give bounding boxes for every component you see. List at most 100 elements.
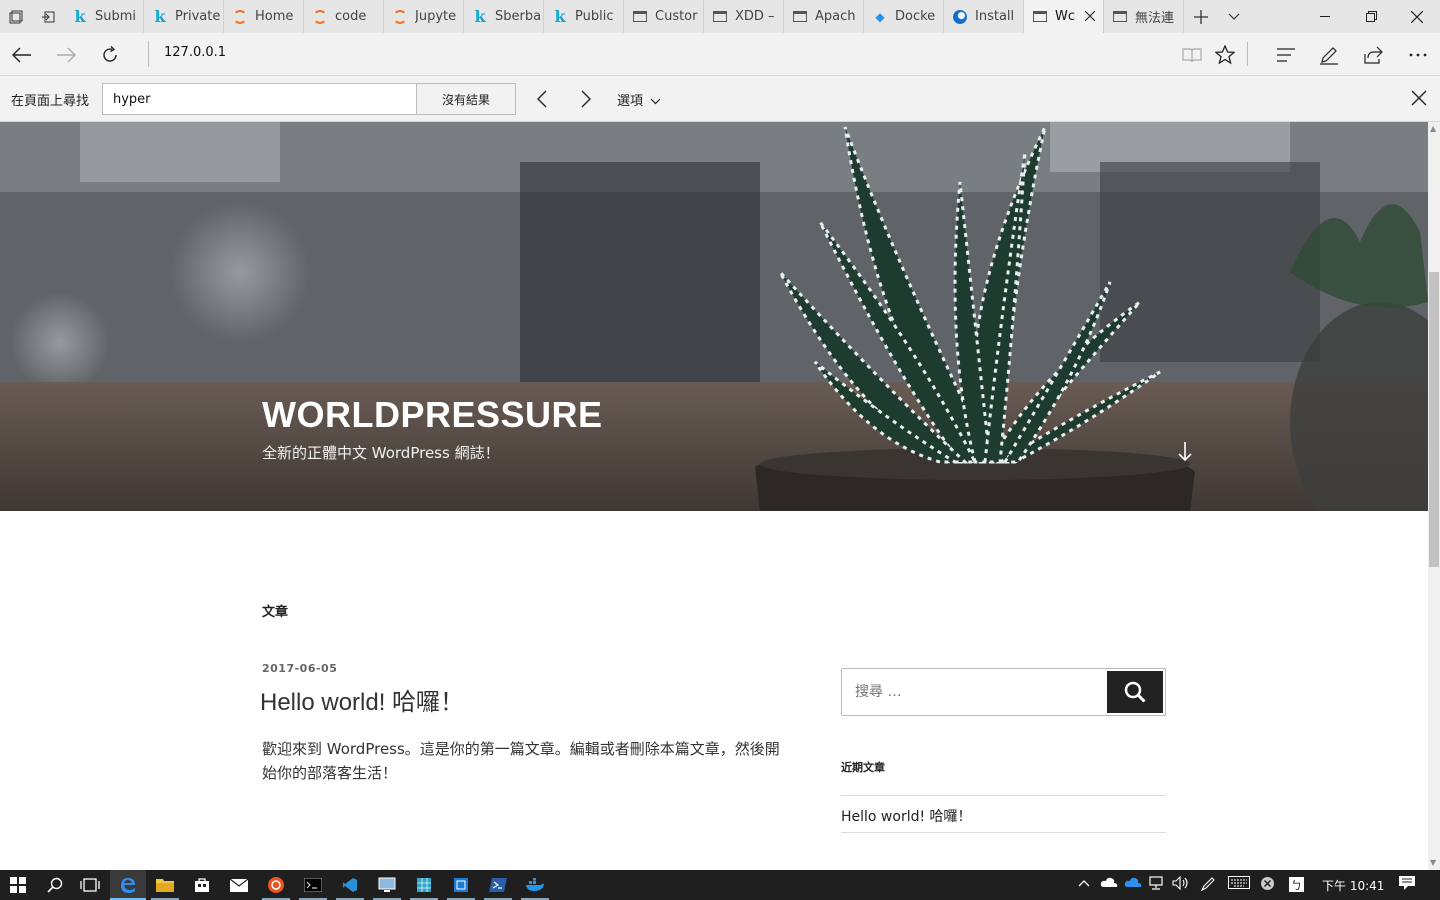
set-aside-tabs-icon[interactable] (32, 0, 64, 33)
excel-like-app-icon[interactable] (406, 870, 442, 900)
hub-icon[interactable] (1270, 39, 1302, 71)
find-options-button[interactable]: 選項 (617, 90, 661, 109)
tab-submissions[interactable]: k Submi (64, 0, 144, 33)
volume-icon[interactable] (1172, 875, 1190, 894)
close-window-button[interactable] (1394, 0, 1440, 33)
tab-label: Install (975, 9, 1015, 24)
close-find-icon[interactable] (1404, 83, 1434, 113)
restore-button[interactable] (1348, 0, 1394, 33)
tab-wordpress[interactable]: Wc (1024, 0, 1104, 33)
tab-xdd[interactable]: XDD – (704, 0, 784, 33)
refresh-icon[interactable] (94, 39, 126, 71)
minimize-button[interactable] (1302, 0, 1348, 33)
onedrive-icon[interactable] (1100, 876, 1118, 892)
visual-studio-code-icon[interactable] (332, 870, 368, 900)
kaggle-icon: k (74, 7, 86, 26)
post-date[interactable]: 2017-06-05 (262, 662, 337, 675)
succulent-plant-image (0, 122, 1428, 511)
search-icon (1124, 681, 1146, 703)
reading-view-icon[interactable] (1176, 39, 1208, 71)
post-title[interactable]: Hello world! 哈囉！ (260, 682, 464, 717)
ubuntu-icon[interactable] (258, 870, 294, 900)
favorite-star-icon[interactable] (1209, 39, 1241, 71)
web-note-icon[interactable] (1313, 39, 1345, 71)
scroll-up-icon[interactable]: ▲ (1430, 124, 1436, 133)
forward-arrow-icon[interactable] (50, 39, 82, 71)
chevron-down-icon (650, 98, 661, 105)
page-viewport: WORLDPRESSURE 全新的正體中文 WordPress 網誌！ 文章 2… (0, 122, 1428, 870)
file-explorer-icon[interactable] (147, 870, 183, 900)
page-icon (1112, 9, 1128, 25)
network-icon[interactable] (1148, 876, 1166, 894)
tab-label: Submi (95, 9, 137, 24)
jupyter-icon (232, 9, 248, 25)
find-options-label: 選項 (617, 94, 644, 109)
pen-workspace-icon[interactable] (1200, 876, 1216, 896)
remote-desktop-icon[interactable] (369, 870, 405, 900)
tab-preview-icon[interactable] (0, 0, 32, 33)
tab-label: Wc (1055, 9, 1076, 24)
site-title[interactable]: WORLDPRESSURE (262, 394, 603, 436)
search-button[interactable] (1107, 671, 1163, 713)
input-method-indicator[interactable]: ㄅ (1289, 877, 1304, 892)
scroll-down-icon[interactable]: ▼ (1430, 858, 1436, 867)
tab-list-chevron-icon[interactable] (1218, 0, 1250, 33)
page-icon (632, 9, 648, 25)
tab-code[interactable]: code (304, 0, 384, 33)
tab-public[interactable]: k Public (544, 0, 624, 33)
recent-posts-heading: 近期文章 (841, 761, 885, 774)
scrollbar-thumb[interactable] (1429, 272, 1439, 567)
tab-label: XDD – (735, 9, 775, 24)
jupyter-icon (312, 9, 328, 25)
kaggle-icon: k (474, 7, 486, 26)
show-hidden-icons-chevron-icon[interactable] (1078, 876, 1090, 891)
new-tab-button[interactable] (1184, 0, 1218, 33)
more-options-icon[interactable] (1402, 39, 1434, 71)
search-icon[interactable] (37, 870, 73, 900)
tab-custom[interactable]: Custor (624, 0, 704, 33)
command-prompt-icon[interactable] (295, 870, 331, 900)
sidebar-search-input[interactable] (843, 670, 1107, 714)
share-icon[interactable] (1357, 39, 1389, 71)
close-tab-icon[interactable] (1084, 9, 1096, 25)
tab-label: Docke (895, 9, 936, 24)
tab-unreachable[interactable]: 無法連 (1104, 0, 1184, 33)
back-arrow-icon[interactable] (6, 39, 38, 71)
site-description: 全新的正體中文 WordPress 網誌！ (262, 444, 500, 462)
onedrive-business-icon[interactable] (1124, 876, 1142, 892)
url-field[interactable]: 127.0.0.1 (164, 45, 226, 60)
tab-docker[interactable]: ◆ Docke (864, 0, 944, 33)
taskbar-clock[interactable]: 下午 10:41 (1322, 877, 1384, 894)
tab-label: Sberba (495, 9, 542, 24)
powershell-icon[interactable] (480, 870, 516, 900)
recent-post-link[interactable]: Hello world! 哈囉！ (841, 806, 972, 826)
mail-icon[interactable] (221, 870, 257, 900)
docker-icon: ◆ (875, 9, 885, 24)
docker-icon[interactable] (517, 870, 553, 900)
start-button-windows-icon[interactable] (0, 870, 36, 900)
section-heading: 文章 (262, 605, 289, 620)
find-results-status: 沒有結果 (416, 83, 516, 115)
tab-sberbank[interactable]: k Sberba (464, 0, 544, 33)
action-center-icon[interactable] (1399, 876, 1415, 894)
post-content: 歡迎來到 WordPress。這是你的第一篇文章。編輯或者刪除本篇文章，然後開始… (262, 740, 780, 782)
store-icon[interactable] (184, 870, 220, 900)
tab-home[interactable]: Home (224, 0, 304, 33)
tab-label: Jupyte (415, 9, 457, 24)
find-previous-icon[interactable] (527, 84, 557, 114)
touch-keyboard-icon[interactable] (1228, 876, 1250, 893)
tab-jupyter[interactable]: Jupyte (384, 0, 464, 33)
find-input[interactable] (102, 83, 417, 115)
app-grid-icon[interactable] (443, 870, 479, 900)
tab-private[interactable]: k Private (144, 0, 224, 33)
tab-install[interactable]: Install (944, 0, 1024, 33)
status-error-icon[interactable] (1260, 876, 1275, 895)
tab-label: Home (255, 9, 294, 24)
page-scrollbar[interactable]: ▲ ▼ (1428, 122, 1440, 870)
edge-browser-icon[interactable] (110, 870, 146, 900)
tab-bar: k Submi k Private Home code Jupyte k Sberba k Publ… (0, 0, 1440, 33)
tab-label: Custor (655, 9, 698, 24)
task-view-icon[interactable] (72, 870, 108, 900)
find-next-icon[interactable] (571, 84, 601, 114)
tab-apache[interactable]: Apach (784, 0, 864, 33)
